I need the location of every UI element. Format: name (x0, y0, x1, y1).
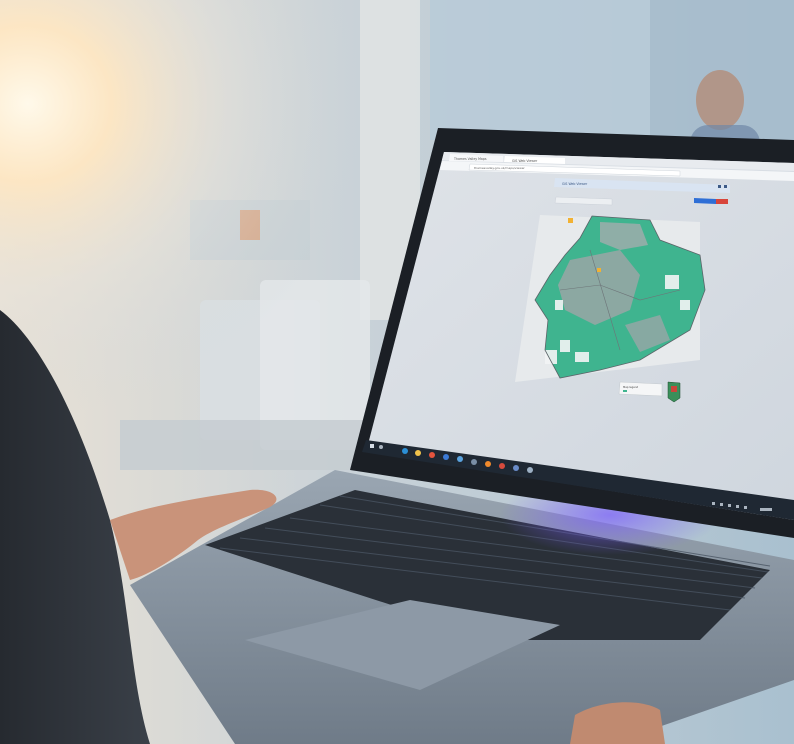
background-person-head (696, 70, 744, 130)
store-icon[interactable] (457, 456, 463, 462)
map-view[interactable] (515, 215, 706, 382)
settings-icon[interactable] (718, 185, 721, 188)
edge-icon[interactable] (402, 448, 408, 454)
explorer-icon[interactable] (415, 450, 421, 456)
photos-icon[interactable] (471, 459, 477, 465)
red-tool-button[interactable] (716, 199, 728, 204)
chrome-icon[interactable] (429, 452, 435, 458)
map-marker-icon[interactable] (568, 218, 573, 223)
teams-icon[interactable] (513, 465, 519, 471)
blue-tool-button[interactable] (694, 198, 716, 204)
tab-label: Thames Valley Maps (453, 157, 487, 161)
app-icon[interactable] (527, 467, 533, 473)
map-marker-icon[interactable] (597, 268, 601, 272)
spotify-icon[interactable] (485, 461, 491, 467)
tab-label: GIS Web Viewer (512, 159, 538, 163)
windows-icon[interactable] (370, 444, 374, 448)
mail-icon[interactable] (443, 454, 449, 460)
legend-swatch (623, 390, 627, 392)
legend-label: Map legend (623, 385, 639, 389)
menu-icon[interactable] (724, 185, 727, 188)
settings-icon[interactable] (499, 463, 505, 469)
map-legend: Map legend (618, 381, 663, 397)
address-text: thamesvalley.gov.uk/maps/viewer (474, 166, 526, 170)
coat-of-arms-logo (667, 381, 681, 403)
photo-scene: Thames Valley Maps GIS Web Viewer thames… (0, 0, 794, 744)
app-header-label: GIS Web Viewer (562, 182, 588, 186)
search-icon[interactable] (379, 445, 383, 449)
